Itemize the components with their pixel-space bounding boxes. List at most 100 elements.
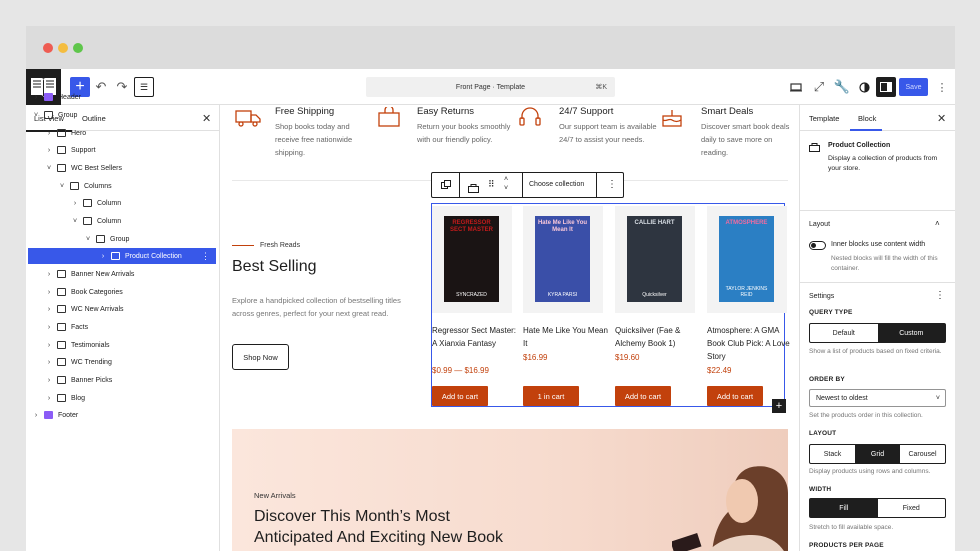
- book-cover: ATMOSPHERE TAYLOR JENKINS REID: [719, 216, 774, 302]
- contrast-icon[interactable]: [854, 77, 874, 97]
- save-button[interactable]: Save: [899, 78, 928, 96]
- banner-eyebrow: New Arrivals: [254, 491, 296, 500]
- tree-item-label: Facts: [71, 323, 89, 331]
- block-options-icon[interactable]: ⋮: [607, 179, 617, 190]
- per-page-label: PRODUCTS PER PAGE: [809, 542, 884, 549]
- tree-item[interactable]: › Support: [26, 142, 216, 158]
- width-fill-option[interactable]: Fill: [810, 499, 878, 517]
- chevron-right-icon[interactable]: ›: [45, 324, 53, 331]
- block-inserter-button[interactable]: +: [772, 399, 786, 413]
- tree-item[interactable]: ˅ Group: [26, 107, 216, 123]
- product-name[interactable]: Atmosphere: A GMA Book Club Pick: A Love…: [707, 324, 793, 363]
- more-options-icon[interactable]: ⋮: [932, 77, 952, 97]
- desktop-preview-icon[interactable]: [786, 77, 806, 97]
- tree-item[interactable]: › Header: [26, 89, 216, 105]
- external-link-icon[interactable]: ⤢: [809, 77, 829, 97]
- chevron-right-icon[interactable]: ›: [45, 289, 53, 296]
- chevron-down-icon[interactable]: ˅: [32, 112, 40, 119]
- product-collection[interactable]: REGRESSOR SECT MASTER SYNCRAZED Regressor …: [431, 203, 790, 407]
- move-up-down-icon[interactable]: ˄ ˅: [504, 175, 508, 193]
- product-image[interactable]: CALLIE HART Quicksilver: [615, 206, 695, 313]
- chevron-right-icon[interactable]: ›: [45, 342, 53, 349]
- tree-item-label: Header: [58, 93, 81, 101]
- book-cover: REGRESSOR SECT MASTER SYNCRAZED: [444, 216, 499, 302]
- chevron-right-icon[interactable]: ›: [71, 200, 79, 207]
- content-width-toggle[interactable]: [809, 241, 826, 250]
- product-name[interactable]: Regressor Sect Master: A Xianxia Fantasy: [432, 324, 518, 350]
- product-image[interactable]: Hate Me Like You Mean It KYRA PARSI: [523, 206, 603, 313]
- styles-wrench-icon[interactable]: 🔧: [832, 77, 852, 97]
- chevron-down-icon[interactable]: ˅: [84, 236, 92, 243]
- chevron-right-icon[interactable]: ›: [32, 94, 40, 101]
- chevron-up-icon[interactable]: ˄: [935, 219, 940, 228]
- chevron-right-icon[interactable]: ›: [45, 306, 53, 313]
- tree-item[interactable]: ˅ WC Best Sellers: [26, 160, 216, 176]
- chevron-right-icon[interactable]: ›: [45, 395, 53, 402]
- tree-item[interactable]: › Facts: [26, 319, 216, 335]
- chevron-down-icon[interactable]: ˅: [71, 218, 79, 225]
- add-to-cart-button[interactable]: Add to cart: [432, 386, 488, 406]
- collection-block-icon[interactable]: [468, 180, 479, 198]
- chevron-down-icon[interactable]: ˅: [45, 165, 53, 172]
- tree-item[interactable]: › Banner New Arrivals: [26, 266, 216, 282]
- tree-item[interactable]: › Blog: [26, 390, 216, 406]
- tree-item[interactable]: › WC New Arrivals: [26, 301, 216, 317]
- query-custom-option[interactable]: Custom: [877, 324, 945, 342]
- width-fixed-option[interactable]: Fixed: [878, 499, 946, 517]
- tree-item[interactable]: ˅ Columns: [26, 178, 216, 194]
- add-to-cart-button[interactable]: Add to cart: [615, 386, 671, 406]
- chevron-right-icon[interactable]: ›: [99, 253, 107, 260]
- shop-now-button[interactable]: Shop Now: [232, 344, 289, 370]
- order-by-select[interactable]: Newest to oldest ˅: [809, 389, 946, 407]
- tree-item[interactable]: › Banner Picks: [26, 372, 216, 388]
- tree-item[interactable]: ˅ Column: [26, 213, 216, 229]
- chevron-right-icon[interactable]: ›: [45, 377, 53, 384]
- tree-item[interactable]: › Book Categories: [26, 284, 216, 300]
- product-name[interactable]: Hate Me Like You Mean It: [523, 324, 609, 350]
- product-name[interactable]: Quicksilver (Fae & Alchemy Book 1): [615, 324, 701, 350]
- tree-item[interactable]: › WC Trending: [26, 354, 216, 370]
- add-to-cart-button[interactable]: 1 in cart: [523, 386, 579, 406]
- parent-block-icon[interactable]: [432, 173, 460, 197]
- close-settings-icon[interactable]: ✕: [937, 112, 946, 125]
- tab-block[interactable]: Block: [858, 114, 876, 123]
- chevron-down-icon[interactable]: ˅: [58, 183, 66, 190]
- tree-item[interactable]: › Footer: [26, 407, 216, 423]
- settings-sidebar-icon[interactable]: [876, 77, 896, 97]
- block-type-icon: [44, 93, 53, 101]
- tree-item[interactable]: › Testimonials: [26, 337, 216, 353]
- close-window-dot[interactable]: [43, 43, 53, 53]
- cover-title: CALLIE HART: [634, 220, 675, 226]
- chevron-right-icon[interactable]: ›: [45, 130, 53, 137]
- item-options-icon[interactable]: ⋮: [201, 251, 210, 262]
- settings-options-icon[interactable]: ⋮: [935, 290, 945, 301]
- choose-collection-button[interactable]: Choose collection: [529, 181, 584, 188]
- layout-stack-option[interactable]: Stack: [810, 445, 855, 463]
- minimize-window-dot[interactable]: [58, 43, 68, 53]
- product-price: $22.49: [707, 366, 732, 375]
- toggle-label: Inner blocks use content width: [831, 241, 926, 248]
- layout-heading[interactable]: Layout: [809, 221, 830, 228]
- product-price: $16.99: [523, 353, 548, 362]
- layout-help: Display products using rows and columns.: [809, 468, 931, 475]
- tree-item[interactable]: › Product Collection ⋮: [28, 248, 216, 264]
- tree-item-label: Banner Picks: [71, 376, 113, 384]
- tree-item[interactable]: › Hero: [26, 125, 216, 141]
- chevron-right-icon[interactable]: ›: [45, 271, 53, 278]
- tab-template[interactable]: Template: [809, 114, 839, 123]
- product-image[interactable]: ATMOSPHERE TAYLOR JENKINS REID: [707, 206, 787, 313]
- layout-label: LAYOUT: [809, 430, 837, 437]
- drag-handle-icon[interactable]: ⠿: [488, 179, 495, 190]
- maximize-window-dot[interactable]: [73, 43, 83, 53]
- add-to-cart-button[interactable]: Add to cart: [707, 386, 763, 406]
- query-default-option[interactable]: Default: [810, 324, 878, 342]
- tree-item[interactable]: ˅ Group: [26, 231, 216, 247]
- chevron-right-icon[interactable]: ›: [45, 359, 53, 366]
- chevron-right-icon[interactable]: ›: [45, 147, 53, 154]
- layout-carousel-option[interactable]: Carousel: [900, 445, 945, 463]
- tree-item[interactable]: › Column: [26, 195, 216, 211]
- document-bar[interactable]: Front Page · Template ⌘K: [366, 77, 615, 97]
- product-image[interactable]: REGRESSOR SECT MASTER SYNCRAZED: [432, 206, 512, 313]
- chevron-right-icon[interactable]: ›: [32, 412, 40, 419]
- layout-grid-option[interactable]: Grid: [855, 445, 900, 463]
